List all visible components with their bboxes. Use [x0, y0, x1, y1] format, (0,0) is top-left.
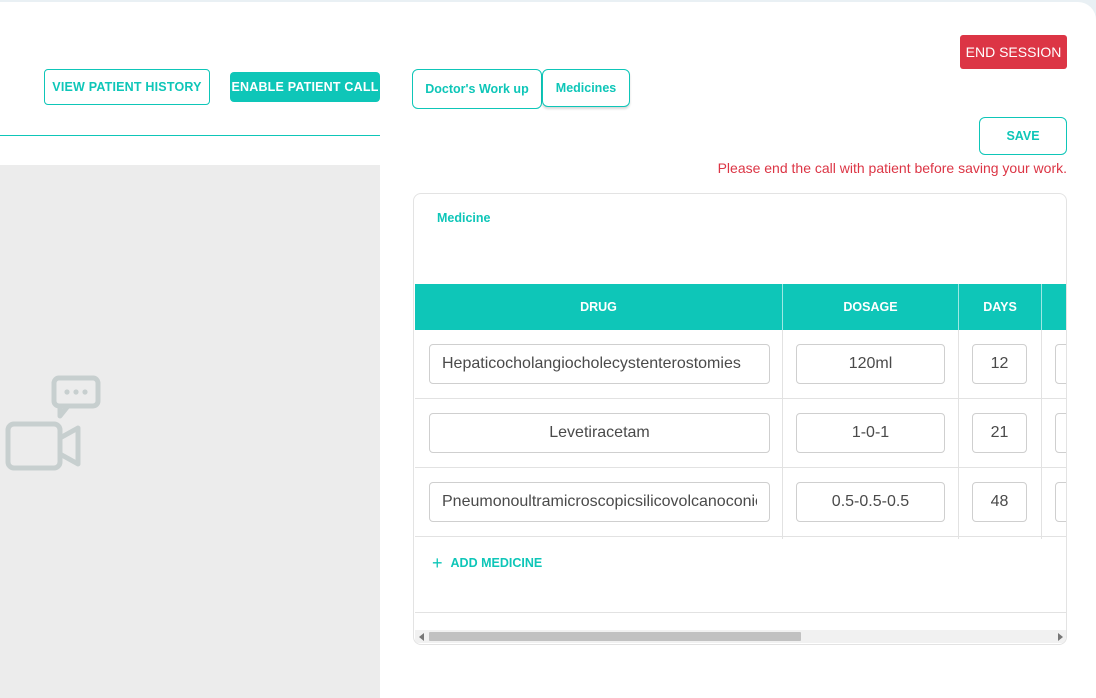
add-medicine-label: ADD MEDICINE	[450, 556, 543, 570]
save-button[interactable]: SAVE	[979, 117, 1067, 155]
horizontal-scrollbar[interactable]	[415, 630, 1066, 643]
days-input[interactable]: 21	[972, 413, 1027, 453]
app-window: VIEW PATIENT HISTORY ENABLE PATIENT CALL…	[0, 2, 1096, 698]
days-input[interactable]: 48	[972, 482, 1027, 522]
column-header-dosage: DOSAGE	[783, 284, 959, 330]
table-row: Pneumonoultramicroscopicsilicovolcanocon…	[415, 468, 1066, 537]
column-header-days: DAYS	[959, 284, 1042, 330]
drug-input[interactable]: Levetiracetam	[429, 413, 770, 453]
drug-input[interactable]: Hepaticocholangiocholecystenterostomies	[429, 344, 770, 384]
extra-input[interactable]	[1055, 413, 1066, 453]
scrollbar-thumb[interactable]	[429, 632, 801, 641]
table-row: Hepaticocholangiocholecystenterostomies …	[415, 330, 1066, 399]
table-row: Levetiracetam 1-0-1 21	[415, 399, 1066, 468]
end-session-button[interactable]: END SESSION	[960, 35, 1067, 69]
dosage-input[interactable]: 1-0-1	[796, 413, 945, 453]
column-header-drug: DRUG	[415, 284, 783, 330]
tab-doctors-work-up[interactable]: Doctor's Work up	[412, 69, 542, 109]
dosage-input[interactable]: 0.5-0.5-0.5	[796, 482, 945, 522]
plus-icon: +	[432, 553, 443, 573]
view-patient-history-button[interactable]: VIEW PATIENT HISTORY	[44, 69, 210, 105]
scroll-left-arrow-icon[interactable]	[419, 633, 424, 641]
scroll-right-arrow-icon[interactable]	[1058, 633, 1063, 641]
dosage-input[interactable]: 120ml	[796, 344, 945, 384]
extra-input[interactable]	[1055, 344, 1066, 384]
left-divider	[0, 135, 380, 136]
medicine-card: Medicine DRUG DOSAGE DAYS Hepaticocholan…	[413, 193, 1067, 645]
days-input[interactable]: 12	[972, 344, 1027, 384]
save-warning-message: Please end the call with patient before …	[717, 160, 1067, 176]
video-chat-icon	[5, 375, 101, 471]
extra-input[interactable]	[1055, 482, 1066, 522]
enable-patient-call-button[interactable]: ENABLE PATIENT CALL	[230, 72, 380, 102]
drug-input[interactable]: Pneumonoultramicroscopicsilicovolcanocon…	[429, 482, 770, 522]
add-medicine-button[interactable]: + ADD MEDICINE	[432, 554, 542, 572]
table-header: DRUG DOSAGE DAYS	[415, 284, 1066, 330]
card-divider	[415, 612, 1066, 613]
card-title: Medicine	[437, 211, 491, 225]
tab-medicines[interactable]: Medicines	[542, 69, 630, 107]
